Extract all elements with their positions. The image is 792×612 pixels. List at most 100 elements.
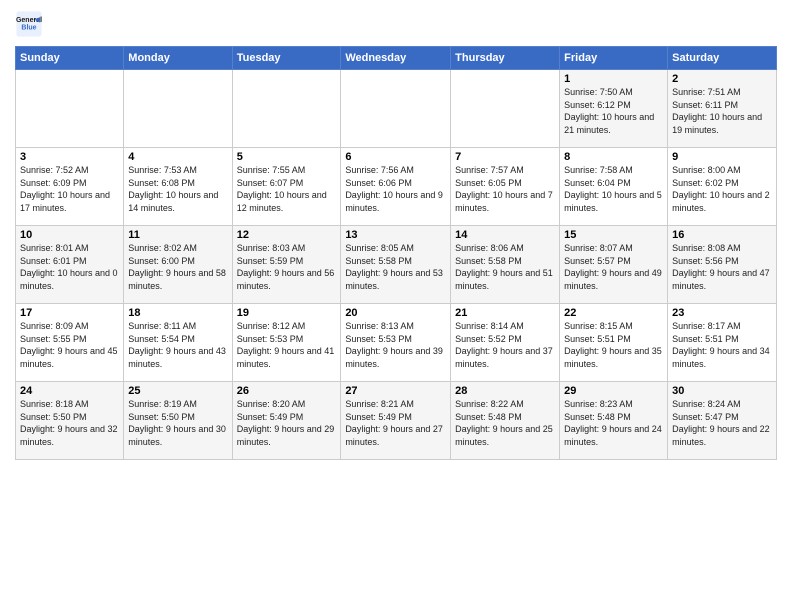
day-number: 25 — [128, 385, 227, 397]
page: General Blue SundayMondayTuesdayWednesda… — [0, 0, 792, 470]
day-number: 17 — [20, 307, 119, 319]
calendar-cell: 15Sunrise: 8:07 AM Sunset: 5:57 PM Dayli… — [560, 226, 668, 304]
weekday-header-wednesday: Wednesday — [341, 47, 451, 70]
calendar-cell: 13Sunrise: 8:05 AM Sunset: 5:58 PM Dayli… — [341, 226, 451, 304]
day-number: 21 — [455, 307, 555, 319]
day-number: 7 — [455, 151, 555, 163]
day-info: Sunrise: 8:13 AM Sunset: 5:53 PM Dayligh… — [345, 320, 446, 370]
day-number: 26 — [237, 385, 337, 397]
week-row-3: 10Sunrise: 8:01 AM Sunset: 6:01 PM Dayli… — [16, 226, 777, 304]
calendar-cell: 3Sunrise: 7:52 AM Sunset: 6:09 PM Daylig… — [16, 148, 124, 226]
calendar-cell: 30Sunrise: 8:24 AM Sunset: 5:47 PM Dayli… — [668, 382, 777, 460]
day-info: Sunrise: 8:15 AM Sunset: 5:51 PM Dayligh… — [564, 320, 663, 370]
day-info: Sunrise: 8:09 AM Sunset: 5:55 PM Dayligh… — [20, 320, 119, 370]
day-number: 9 — [672, 151, 772, 163]
calendar-cell — [451, 70, 560, 148]
day-info: Sunrise: 8:23 AM Sunset: 5:48 PM Dayligh… — [564, 398, 663, 448]
calendar-cell — [124, 70, 232, 148]
day-number: 28 — [455, 385, 555, 397]
day-number: 27 — [345, 385, 446, 397]
day-number: 6 — [345, 151, 446, 163]
day-number: 22 — [564, 307, 663, 319]
calendar-cell — [341, 70, 451, 148]
day-number: 10 — [20, 229, 119, 241]
calendar-cell: 27Sunrise: 8:21 AM Sunset: 5:49 PM Dayli… — [341, 382, 451, 460]
day-number: 8 — [564, 151, 663, 163]
calendar-cell: 18Sunrise: 8:11 AM Sunset: 5:54 PM Dayli… — [124, 304, 232, 382]
calendar-cell: 7Sunrise: 7:57 AM Sunset: 6:05 PM Daylig… — [451, 148, 560, 226]
day-info: Sunrise: 8:22 AM Sunset: 5:48 PM Dayligh… — [455, 398, 555, 448]
day-number: 4 — [128, 151, 227, 163]
day-info: Sunrise: 8:02 AM Sunset: 6:00 PM Dayligh… — [128, 242, 227, 292]
calendar-table: SundayMondayTuesdayWednesdayThursdayFrid… — [15, 46, 777, 460]
top-bar: General Blue — [15, 10, 777, 42]
calendar-cell: 11Sunrise: 8:02 AM Sunset: 6:00 PM Dayli… — [124, 226, 232, 304]
weekday-header-monday: Monday — [124, 47, 232, 70]
day-number: 20 — [345, 307, 446, 319]
day-number: 11 — [128, 229, 227, 241]
logo-icon: General Blue — [15, 10, 43, 38]
day-info: Sunrise: 8:17 AM Sunset: 5:51 PM Dayligh… — [672, 320, 772, 370]
calendar-cell: 5Sunrise: 7:55 AM Sunset: 6:07 PM Daylig… — [232, 148, 341, 226]
day-number: 18 — [128, 307, 227, 319]
weekday-header-row: SundayMondayTuesdayWednesdayThursdayFrid… — [16, 47, 777, 70]
day-info: Sunrise: 8:20 AM Sunset: 5:49 PM Dayligh… — [237, 398, 337, 448]
weekday-header-thursday: Thursday — [451, 47, 560, 70]
day-number: 23 — [672, 307, 772, 319]
day-info: Sunrise: 7:57 AM Sunset: 6:05 PM Dayligh… — [455, 164, 555, 214]
day-info: Sunrise: 8:21 AM Sunset: 5:49 PM Dayligh… — [345, 398, 446, 448]
calendar-cell: 24Sunrise: 8:18 AM Sunset: 5:50 PM Dayli… — [16, 382, 124, 460]
calendar-cell: 29Sunrise: 8:23 AM Sunset: 5:48 PM Dayli… — [560, 382, 668, 460]
calendar-cell: 25Sunrise: 8:19 AM Sunset: 5:50 PM Dayli… — [124, 382, 232, 460]
calendar-cell: 8Sunrise: 7:58 AM Sunset: 6:04 PM Daylig… — [560, 148, 668, 226]
week-row-5: 24Sunrise: 8:18 AM Sunset: 5:50 PM Dayli… — [16, 382, 777, 460]
calendar-cell: 2Sunrise: 7:51 AM Sunset: 6:11 PM Daylig… — [668, 70, 777, 148]
day-info: Sunrise: 7:55 AM Sunset: 6:07 PM Dayligh… — [237, 164, 337, 214]
day-info: Sunrise: 7:52 AM Sunset: 6:09 PM Dayligh… — [20, 164, 119, 214]
day-info: Sunrise: 8:11 AM Sunset: 5:54 PM Dayligh… — [128, 320, 227, 370]
calendar-cell: 28Sunrise: 8:22 AM Sunset: 5:48 PM Dayli… — [451, 382, 560, 460]
calendar-cell: 12Sunrise: 8:03 AM Sunset: 5:59 PM Dayli… — [232, 226, 341, 304]
day-info: Sunrise: 8:18 AM Sunset: 5:50 PM Dayligh… — [20, 398, 119, 448]
day-info: Sunrise: 8:07 AM Sunset: 5:57 PM Dayligh… — [564, 242, 663, 292]
day-info: Sunrise: 7:50 AM Sunset: 6:12 PM Dayligh… — [564, 86, 663, 136]
day-info: Sunrise: 8:05 AM Sunset: 5:58 PM Dayligh… — [345, 242, 446, 292]
day-number: 3 — [20, 151, 119, 163]
day-number: 5 — [237, 151, 337, 163]
day-number: 1 — [564, 73, 663, 85]
calendar-cell: 14Sunrise: 8:06 AM Sunset: 5:58 PM Dayli… — [451, 226, 560, 304]
day-info: Sunrise: 8:24 AM Sunset: 5:47 PM Dayligh… — [672, 398, 772, 448]
day-info: Sunrise: 7:53 AM Sunset: 6:08 PM Dayligh… — [128, 164, 227, 214]
day-number: 14 — [455, 229, 555, 241]
weekday-header-sunday: Sunday — [16, 47, 124, 70]
day-number: 16 — [672, 229, 772, 241]
weekday-header-saturday: Saturday — [668, 47, 777, 70]
calendar-cell: 22Sunrise: 8:15 AM Sunset: 5:51 PM Dayli… — [560, 304, 668, 382]
day-number: 29 — [564, 385, 663, 397]
day-info: Sunrise: 8:08 AM Sunset: 5:56 PM Dayligh… — [672, 242, 772, 292]
day-number: 12 — [237, 229, 337, 241]
svg-text:Blue: Blue — [21, 25, 36, 32]
calendar-cell: 1Sunrise: 7:50 AM Sunset: 6:12 PM Daylig… — [560, 70, 668, 148]
calendar-cell: 17Sunrise: 8:09 AM Sunset: 5:55 PM Dayli… — [16, 304, 124, 382]
day-info: Sunrise: 8:14 AM Sunset: 5:52 PM Dayligh… — [455, 320, 555, 370]
week-row-4: 17Sunrise: 8:09 AM Sunset: 5:55 PM Dayli… — [16, 304, 777, 382]
day-info: Sunrise: 8:06 AM Sunset: 5:58 PM Dayligh… — [455, 242, 555, 292]
logo: General Blue — [15, 10, 47, 38]
calendar-cell: 9Sunrise: 8:00 AM Sunset: 6:02 PM Daylig… — [668, 148, 777, 226]
day-info: Sunrise: 8:19 AM Sunset: 5:50 PM Dayligh… — [128, 398, 227, 448]
day-info: Sunrise: 8:03 AM Sunset: 5:59 PM Dayligh… — [237, 242, 337, 292]
calendar-cell: 19Sunrise: 8:12 AM Sunset: 5:53 PM Dayli… — [232, 304, 341, 382]
week-row-2: 3Sunrise: 7:52 AM Sunset: 6:09 PM Daylig… — [16, 148, 777, 226]
calendar-cell: 10Sunrise: 8:01 AM Sunset: 6:01 PM Dayli… — [16, 226, 124, 304]
day-number: 13 — [345, 229, 446, 241]
day-info: Sunrise: 7:58 AM Sunset: 6:04 PM Dayligh… — [564, 164, 663, 214]
day-info: Sunrise: 7:56 AM Sunset: 6:06 PM Dayligh… — [345, 164, 446, 214]
weekday-header-friday: Friday — [560, 47, 668, 70]
day-number: 15 — [564, 229, 663, 241]
day-info: Sunrise: 8:12 AM Sunset: 5:53 PM Dayligh… — [237, 320, 337, 370]
week-row-1: 1Sunrise: 7:50 AM Sunset: 6:12 PM Daylig… — [16, 70, 777, 148]
calendar-cell: 23Sunrise: 8:17 AM Sunset: 5:51 PM Dayli… — [668, 304, 777, 382]
day-info: Sunrise: 8:00 AM Sunset: 6:02 PM Dayligh… — [672, 164, 772, 214]
calendar-cell — [16, 70, 124, 148]
